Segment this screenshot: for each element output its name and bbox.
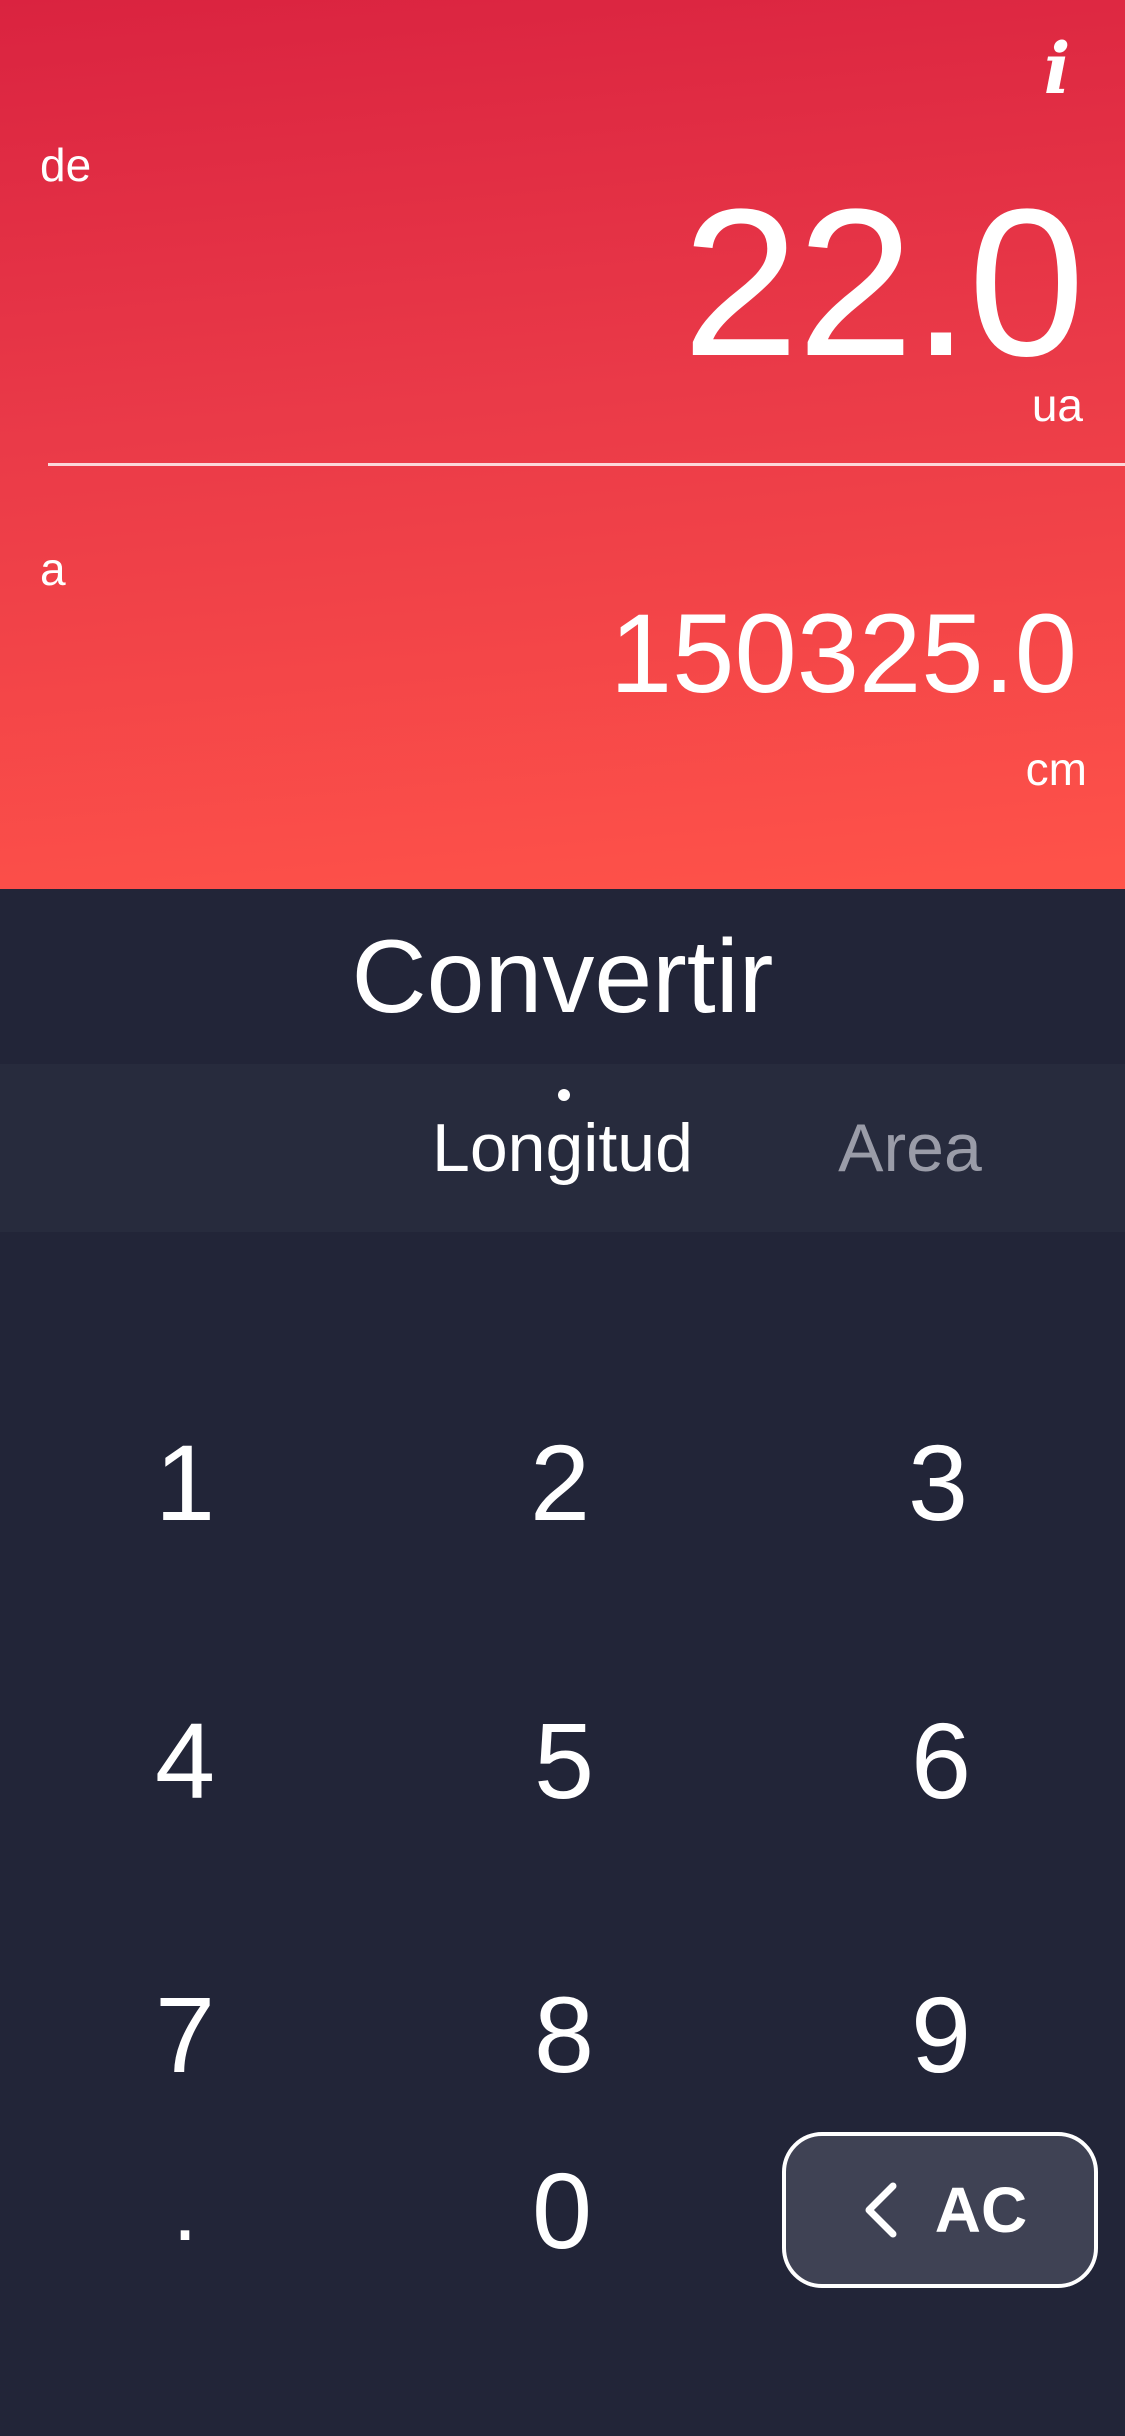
key-2[interactable]: 2: [430, 1382, 690, 1582]
backspace-label: AC: [934, 2174, 1028, 2246]
from-label: de: [40, 139, 92, 191]
to-value: 150325.0: [609, 591, 1077, 716]
key-decimal[interactable]: .: [55, 2110, 315, 2310]
key-8[interactable]: 8: [434, 1934, 694, 2134]
key-4[interactable]: 4: [55, 1660, 315, 1860]
divider: [48, 463, 1125, 466]
to-label: a: [40, 543, 66, 595]
selected-tab-indicator: [558, 1089, 570, 1101]
from-unit-selector[interactable]: ua: [1032, 378, 1083, 432]
key-0[interactable]: 0: [432, 2110, 692, 2310]
key-7[interactable]: 7: [55, 1934, 315, 2134]
convert-header: Convertir: [0, 889, 1125, 1064]
from-value[interactable]: 22.0: [682, 178, 1085, 388]
key-1[interactable]: 1: [55, 1382, 315, 1582]
key-3[interactable]: 3: [808, 1382, 1068, 1582]
key-6[interactable]: 6: [811, 1660, 1071, 1860]
to-unit-selector[interactable]: cm: [1026, 742, 1087, 796]
key-9[interactable]: 9: [811, 1934, 1071, 2134]
info-icon[interactable]: i: [1027, 27, 1087, 110]
backspace-clear-button[interactable]: AC: [782, 2132, 1098, 2288]
conversion-display: i de 22.0 ua a 150325.0 cm: [0, 0, 1125, 889]
key-5[interactable]: 5: [434, 1660, 694, 1860]
tab-area[interactable]: Area: [790, 1064, 1030, 1232]
convert-title: Convertir: [351, 918, 774, 1035]
chevron-left-icon: [853, 2182, 909, 2238]
keypad: 1 2 3 4 5 6 7 8 9 . 0 AC: [0, 1232, 1125, 2436]
